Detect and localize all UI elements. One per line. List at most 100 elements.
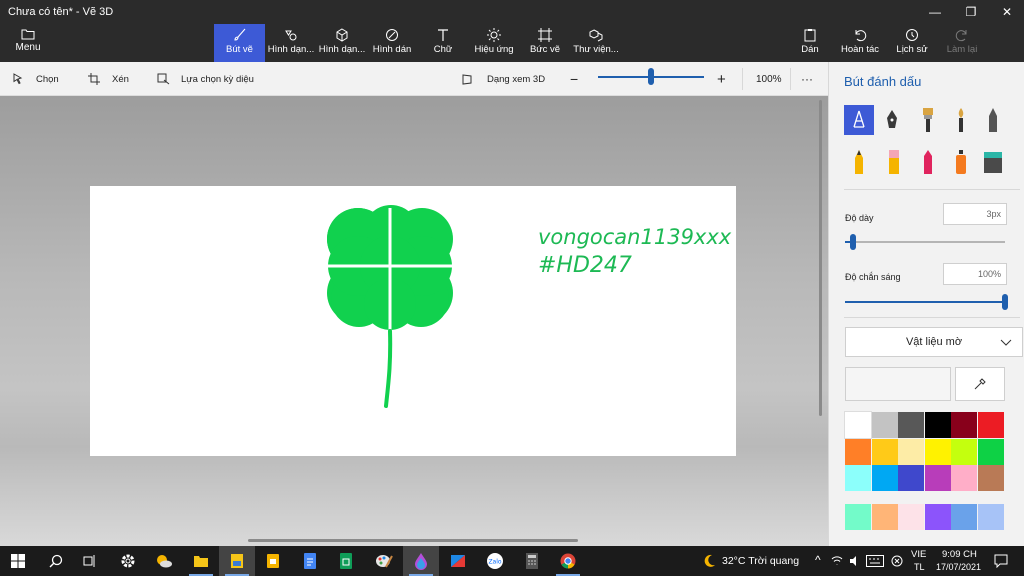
tray-overflow-icon[interactable]: ^: [815, 553, 821, 567]
clock-date[interactable]: 17/07/2021: [936, 562, 981, 572]
tool-brushes[interactable]: Bút vẽ: [214, 24, 265, 62]
eyedropper-button[interactable]: [955, 367, 1005, 401]
color-swatch[interactable]: [844, 411, 872, 439]
zoom-out-button[interactable]: −: [570, 62, 578, 96]
more-options-button[interactable]: ···: [801, 62, 813, 96]
color-swatch[interactable]: [978, 503, 1004, 530]
color-swatch[interactable]: [871, 438, 898, 465]
network-icon[interactable]: [831, 555, 843, 567]
color-swatch[interactable]: [924, 438, 951, 465]
tool-3d-library[interactable]: Thư viện...: [572, 24, 620, 62]
brush-pencil[interactable]: [844, 147, 874, 177]
color-swatch[interactable]: [924, 465, 951, 492]
thickness-slider-thumb[interactable]: [850, 234, 857, 250]
taskbar-settings[interactable]: [110, 546, 146, 576]
color-swatch[interactable]: [898, 438, 925, 465]
snip-icon: [451, 555, 465, 567]
magic-select-button[interactable]: Lựa chọn kỳ diệu: [157, 62, 254, 96]
crop-button[interactable]: Xén: [88, 62, 129, 96]
horizontal-scrollbar[interactable]: [248, 539, 578, 542]
material-dropdown[interactable]: Vật liệu mờ: [845, 327, 1023, 357]
tool-effects[interactable]: Hiệu ứng: [470, 24, 518, 62]
taskbar-paint[interactable]: [366, 546, 402, 576]
taskbar-sheets[interactable]: [328, 546, 364, 576]
notification-icon[interactable]: [994, 554, 1008, 568]
zoom-percent[interactable]: 100%: [756, 62, 782, 96]
color-swatch[interactable]: [871, 412, 898, 438]
clock-time[interactable]: 9:09 CH: [942, 549, 977, 560]
close-button[interactable]: ✕: [990, 0, 1024, 24]
canvas-icon: [538, 28, 552, 42]
color-swatch[interactable]: [924, 503, 951, 530]
brush-crayon[interactable]: [913, 147, 943, 177]
close-circle-icon[interactable]: [891, 555, 903, 567]
taskbar-docs[interactable]: [292, 546, 328, 576]
color-swatch[interactable]: [898, 412, 925, 438]
color-swatch[interactable]: [898, 465, 925, 492]
menu-button[interactable]: Menu: [6, 26, 50, 58]
brush-pixel-pen[interactable]: [978, 105, 1008, 135]
taskbar-photos[interactable]: [219, 546, 255, 576]
color-swatch[interactable]: [871, 465, 898, 492]
task-view-button[interactable]: [72, 546, 108, 576]
brush-marker[interactable]: [844, 105, 874, 135]
taskbar-paint3d[interactable]: [403, 546, 439, 576]
taskbar-zalo[interactable]: Zalo: [477, 546, 513, 576]
select-button[interactable]: Chọn: [12, 62, 59, 96]
volume-icon[interactable]: [849, 555, 861, 567]
tool-text[interactable]: Chữ: [421, 24, 465, 62]
start-button[interactable]: [0, 546, 36, 576]
view-3d-button[interactable]: Dạng xem 3D: [462, 62, 545, 96]
zoom-slider-thumb[interactable]: [648, 68, 654, 85]
color-swatch[interactable]: [871, 503, 898, 530]
tool-stickers[interactable]: Hình dán: [368, 24, 416, 62]
brush-eraser[interactable]: [879, 147, 909, 177]
color-swatch[interactable]: [951, 465, 978, 492]
history-button[interactable]: Lịch sử: [893, 24, 931, 62]
color-swatch[interactable]: [845, 503, 871, 530]
maximize-button[interactable]: ❐: [954, 0, 988, 24]
color-swatch[interactable]: [978, 438, 1004, 465]
color-swatch[interactable]: [951, 503, 978, 530]
taskbar-weather-widget[interactable]: [146, 546, 182, 576]
thickness-input[interactable]: 3px: [943, 203, 1007, 225]
color-swatch[interactable]: [924, 412, 951, 438]
thickness-slider-track[interactable]: [845, 241, 1005, 243]
keyboard-icon[interactable]: [866, 555, 884, 567]
search-button[interactable]: [38, 546, 74, 576]
color-swatch[interactable]: [978, 412, 1004, 438]
brush-fill[interactable]: [978, 147, 1008, 177]
tool-shapes-3d[interactable]: Hình dạn...: [317, 24, 367, 62]
panel-divider: [844, 189, 1020, 190]
opacity-slider-track[interactable]: [845, 301, 1005, 303]
weather-text[interactable]: 32°C Trời quang: [722, 555, 799, 567]
taskbar-calculator[interactable]: [514, 546, 550, 576]
taskbar-file-explorer[interactable]: [183, 546, 219, 576]
tool-canvas[interactable]: Bức vẽ: [523, 24, 567, 62]
paste-button[interactable]: Dán: [795, 24, 825, 62]
zoom-in-button[interactable]: +: [717, 62, 726, 96]
taskbar-snip[interactable]: [440, 546, 476, 576]
drawing-canvas[interactable]: vongocan1139xxx #HD247: [90, 186, 736, 456]
color-swatch[interactable]: [845, 465, 871, 492]
color-swatch[interactable]: [978, 465, 1004, 492]
opacity-slider-thumb[interactable]: [1002, 294, 1008, 310]
oil-brush-icon: [923, 108, 933, 132]
opacity-input[interactable]: 100%: [943, 263, 1007, 285]
redo-button[interactable]: Làm lại: [944, 24, 980, 62]
minimize-button[interactable]: —: [918, 0, 952, 24]
taskbar-chrome[interactable]: [550, 546, 586, 576]
vertical-scrollbar[interactable]: [819, 100, 822, 416]
color-swatch[interactable]: [845, 438, 871, 465]
brush-spray-can[interactable]: [946, 147, 976, 177]
taskbar-slides[interactable]: [255, 546, 291, 576]
undo-button[interactable]: Hoàn tác: [838, 24, 882, 62]
tool-shapes-2d[interactable]: Hình dạn...: [266, 24, 316, 62]
color-swatch[interactable]: [898, 503, 925, 530]
brush-watercolor[interactable]: [946, 105, 976, 135]
color-swatch[interactable]: [951, 412, 978, 438]
brush-calligraphy-pen[interactable]: [877, 105, 907, 135]
brush-oil[interactable]: [913, 105, 943, 135]
color-swatch[interactable]: [951, 438, 978, 465]
language-indicator[interactable]: VIE: [911, 549, 926, 560]
